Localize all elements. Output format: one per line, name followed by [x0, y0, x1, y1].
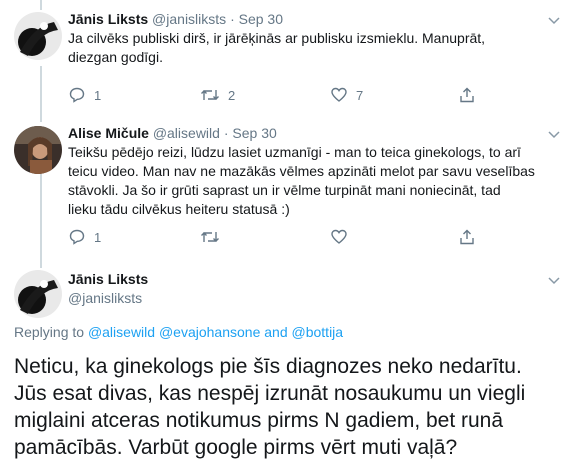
author-name[interactable]: Jānis Liksts	[68, 11, 148, 27]
author-name[interactable]: Alise Mičule	[68, 125, 149, 141]
share-button[interactable]	[458, 228, 476, 246]
replying-to: Replying to @alisewild @evajohansone and…	[14, 324, 343, 340]
tweet-header: Jānis Liksts @janisliksts · Sep 30	[68, 10, 283, 28]
tweet-text-line: Jūs esat divas, kas nespēj izrunāt nosau…	[14, 382, 526, 405]
reply-icon	[68, 228, 86, 246]
main-tweet-text: Neticu, ka ginekologs pie šīs diagnozes …	[14, 353, 562, 461]
tweet-text-line: stāvokli. Ja šo ir grūti saprast un ir v…	[68, 182, 501, 198]
reply-button[interactable]: 1	[68, 86, 101, 104]
tweet-text-line: Ja cilvēks publiski dirš, ir jārēķinās a…	[68, 30, 486, 46]
tweet[interactable]: Alise Mičule @alisewild · Sep 30 Teikšu …	[0, 120, 574, 256]
tweet-text: Ja cilvēks publiski dirš, ir jārēķinās a…	[68, 29, 560, 67]
tweet-header: Jānis Liksts	[68, 270, 148, 288]
like-button[interactable]: 7	[330, 86, 363, 104]
reply-count: 1	[94, 87, 102, 103]
tweet-text-line: teicu video. Man nav ne mazākās vēlmes a…	[68, 163, 535, 179]
tweet[interactable]: Jānis Liksts @janisliksts · Sep 30 Ja ci…	[0, 0, 574, 120]
separator: ·	[223, 125, 229, 141]
chevron-down-icon[interactable]	[548, 128, 560, 142]
tweet-text-line: Teikšu pēdējo reizi, lūdzu lasiet uzmanī…	[68, 144, 521, 160]
author-handle[interactable]: @alisewild	[153, 125, 220, 141]
mention-link[interactable]: @bottija	[292, 324, 344, 340]
like-count: 7	[356, 87, 364, 103]
avatar[interactable]	[14, 270, 62, 318]
share-icon	[458, 86, 476, 104]
reply-count: 1	[94, 229, 102, 245]
tweet-text-line: pamācībās. Varbūt google pirms vērt muti…	[14, 436, 458, 459]
share-button[interactable]	[458, 86, 476, 104]
mention-link[interactable]: @evajohansone	[159, 324, 260, 340]
tweet-text-line: miglaini atceras notikumus pirms N gadie…	[14, 409, 504, 432]
tweet-date[interactable]: Sep 30	[239, 11, 283, 27]
tweet-date[interactable]: Sep 30	[232, 125, 276, 141]
author-handle[interactable]: @janisliksts	[68, 290, 142, 306]
chevron-down-icon[interactable]	[548, 14, 560, 28]
heart-icon	[330, 228, 348, 246]
tweet-text: Teikšu pēdējo reizi, lūdzu lasiet uzmanī…	[68, 143, 560, 219]
author-name[interactable]: Jānis Liksts	[68, 271, 148, 287]
retweet-button[interactable]	[200, 228, 228, 246]
share-icon	[458, 228, 476, 246]
like-button[interactable]	[330, 228, 356, 246]
mention-and[interactable]: and	[264, 324, 287, 340]
tweet-text-line: diezgan godīgi.	[68, 49, 163, 65]
heart-icon	[330, 86, 348, 104]
avatar[interactable]	[14, 126, 62, 174]
chevron-down-icon[interactable]	[548, 274, 560, 288]
tweet-text-line: lieku tādu cilvēkus heiteru statusā :)	[68, 201, 290, 217]
retweet-icon	[200, 86, 220, 104]
tweet-header: Alise Mičule @alisewild · Sep 30	[68, 124, 277, 142]
reply-button[interactable]: 1	[68, 228, 101, 246]
retweet-icon	[200, 228, 220, 246]
separator: ·	[230, 11, 235, 27]
avatar[interactable]	[14, 12, 62, 60]
tweet-text-line: Neticu, ka ginekologs pie šīs diagnozes …	[14, 355, 522, 378]
retweet-button[interactable]: 2	[200, 86, 235, 104]
author-handle[interactable]: @janisliksts	[152, 11, 226, 27]
retweet-count: 2	[228, 87, 236, 103]
replying-to-prefix: Replying to	[14, 324, 85, 340]
mention-link[interactable]: @alisewild	[88, 324, 155, 340]
main-tweet[interactable]: Jānis Liksts @janisliksts Replying to @a…	[0, 256, 574, 471]
reply-icon	[68, 86, 86, 104]
